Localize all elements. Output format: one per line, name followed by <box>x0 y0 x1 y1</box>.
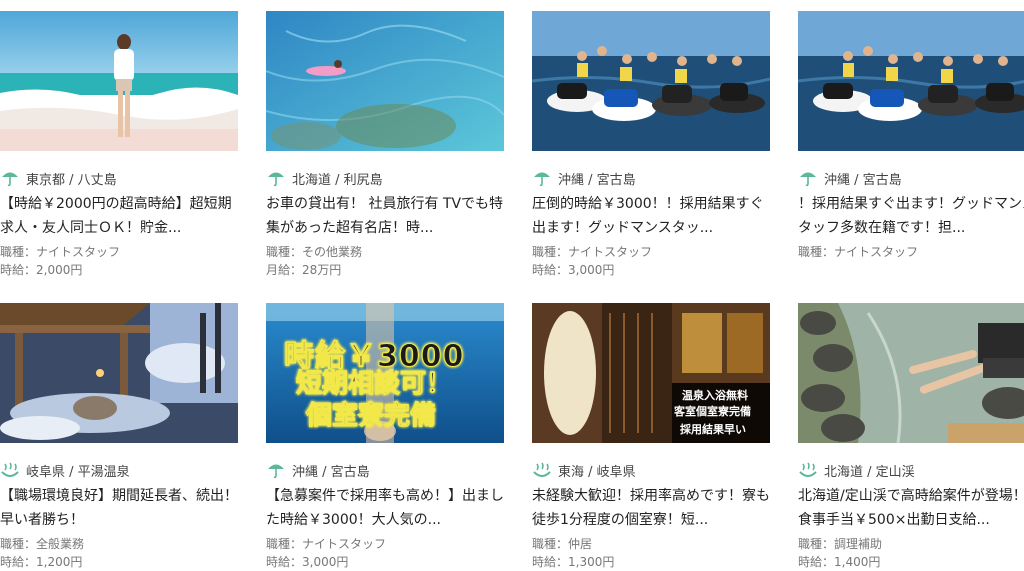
listing-job-type: 職種：全般業務 <box>0 537 85 551</box>
hot-spring-icon <box>532 460 552 480</box>
listing-image-jetski[interactable] <box>532 11 770 151</box>
listing-location: 沖縄 / 宮古島 <box>292 464 370 480</box>
listing-title[interactable]: 【時給￥2000円の超高時給】超短期求人・友人同士ＯＫ！貯金... <box>0 192 238 240</box>
listing-image-ryokan[interactable]: 温泉入浴無料 客室個室寮完備 採用結果早い <box>532 303 770 443</box>
listing-card[interactable]: 沖縄 / 宮古島 ！採用結果すぐ出ます！グッドマンスタッフ多数在籍です！担...… <box>798 11 1024 279</box>
listing-pay: 時給：2,000円 <box>0 263 83 277</box>
listing-card[interactable]: 温泉入浴無料 客室個室寮完備 採用結果早い 東海 / 岐阜県 未経験大歓迎！採用… <box>532 303 770 571</box>
listing-title[interactable]: 未経験大歓迎！採用率高めです！寮も徒歩1分程度の個室寮！短... <box>532 484 770 532</box>
listing-title[interactable]: 圧倒的時給￥3000！！採用結果すぐ出ます！グッドマンスタッ... <box>532 192 770 240</box>
listing-pay: 時給：1,200円 <box>0 555 83 569</box>
listing-image-jetski[interactable] <box>798 11 1024 151</box>
listing-location: 岐阜県 / 平湯温泉 <box>26 464 130 480</box>
listing-pay: 時給：1,300円 <box>532 555 615 569</box>
listing-image-onsen-snow[interactable] <box>0 303 238 443</box>
listing-card[interactable]: 北海道 / 利尻島 お車の貸出有！ 社員旅行有 TVでも特集があった超有名店！時… <box>266 11 504 279</box>
overlay-text-line: 採用結果早い <box>680 423 746 436</box>
listing-job-type: 職種：ナイトスタッフ <box>0 245 121 259</box>
listing-pay <box>798 261 1024 279</box>
listing-location: 東海 / 岐阜県 <box>558 464 636 480</box>
listing-job-type: 職種：調理補助 <box>798 537 883 551</box>
listing-image-footbath[interactable] <box>798 303 1024 443</box>
listing-pay: 時給：1,400円 <box>798 555 881 569</box>
listing-pay: 時給：3,000円 <box>532 263 615 277</box>
listing-job-type: 職種：その他業務 <box>266 245 363 259</box>
umbrella-icon <box>266 168 286 188</box>
listing-job-type: 職種：仲居 <box>532 537 593 551</box>
listing-card[interactable]: 東京都 / 八丈島 【時給￥2000円の超高時給】超短期求人・友人同士ＯＫ！貯金… <box>0 11 238 279</box>
listing-pay: 時給：3,000円 <box>266 555 349 569</box>
hot-spring-icon <box>0 460 20 480</box>
listing-title[interactable]: お車の貸出有！ 社員旅行有 TVでも特集があった超有名店！時... <box>266 192 504 240</box>
umbrella-icon <box>266 460 286 480</box>
listing-job-type: 職種：ナイトスタッフ <box>532 245 653 259</box>
listing-card[interactable]: 北海道 / 定山渓 北海道/定山渓で高時給案件が登場！食事手当￥500×出勤日支… <box>798 303 1024 571</box>
listing-card[interactable]: 時給￥3000 短期相談可！ 個室寮完備 沖縄 / 宮古島 【急募案件で採用率も… <box>266 303 504 571</box>
listing-image-beach[interactable] <box>0 11 238 151</box>
listing-pay: 月給：28万円 <box>266 263 342 277</box>
listing-location: 東京都 / 八丈島 <box>26 172 117 188</box>
umbrella-icon <box>0 168 20 188</box>
listing-location: 北海道 / 定山渓 <box>824 464 915 480</box>
listing-title[interactable]: 【職場環境良好】期間延長者、続出！早い者勝ち！ <box>0 484 238 532</box>
overlay-text-line: 温泉入浴無料 <box>682 389 748 402</box>
listing-location: 沖縄 / 宮古島 <box>824 172 902 188</box>
listing-job-type: 職種：ナイトスタッフ <box>798 245 919 259</box>
hot-spring-icon <box>798 460 818 480</box>
listing-title[interactable]: ！採用結果すぐ出ます！グッドマンスタッフ多数在籍です！担... <box>798 192 1024 240</box>
umbrella-icon <box>532 168 552 188</box>
listing-title[interactable]: 【急募案件で採用率も高め！】出ました時給￥3000！大人気の... <box>266 484 504 532</box>
listing-card[interactable]: 岐阜県 / 平湯温泉 【職場環境良好】期間延長者、続出！早い者勝ち！ 職種：全般… <box>0 303 238 571</box>
listing-card[interactable]: 沖縄 / 宮古島 圧倒的時給￥3000！！採用結果すぐ出ます！グッドマンスタッ.… <box>532 11 770 279</box>
listing-image-underwater[interactable]: 時給￥3000 短期相談可！ 個室寮完備 <box>266 303 504 443</box>
listing-location: 北海道 / 利尻島 <box>292 172 383 188</box>
listing-title[interactable]: 北海道/定山渓で高時給案件が登場！食事手当￥500×出勤日支給... <box>798 484 1024 532</box>
overlay-text-line: 個室寮完備 <box>305 401 437 432</box>
listing-location: 沖縄 / 宮古島 <box>558 172 636 188</box>
listing-image-sea[interactable] <box>266 11 504 151</box>
overlay-text-line: 客室個室寮完備 <box>674 405 751 418</box>
umbrella-icon <box>798 168 818 188</box>
listing-job-type: 職種：ナイトスタッフ <box>266 537 387 551</box>
